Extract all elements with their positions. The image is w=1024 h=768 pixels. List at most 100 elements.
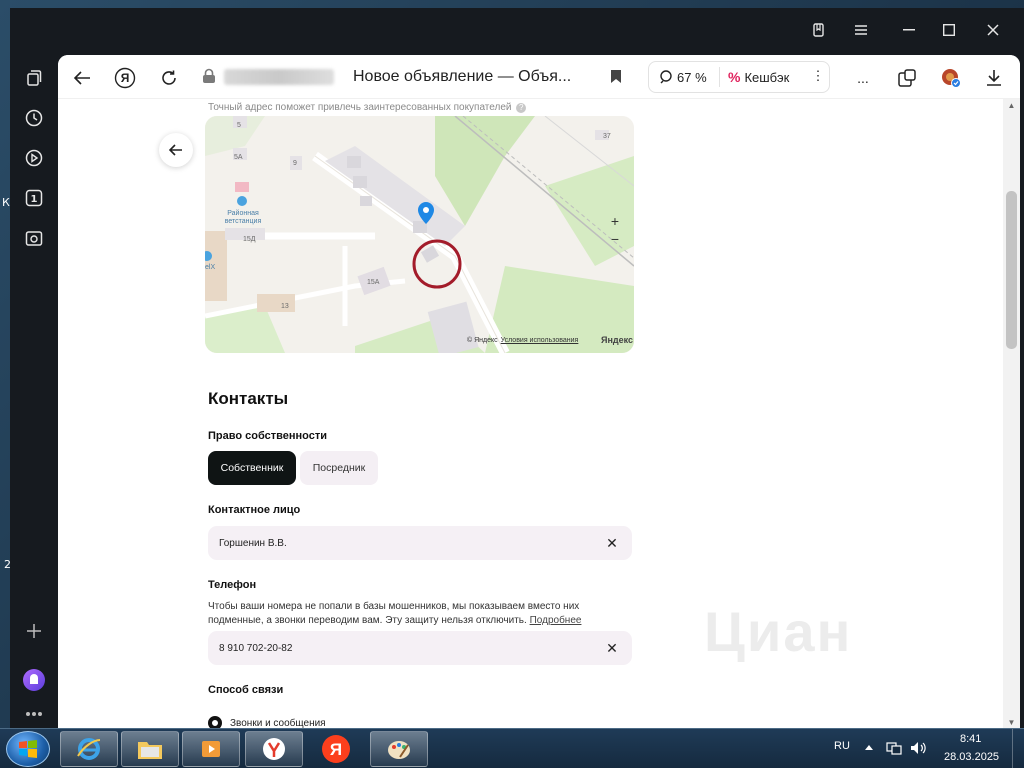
yandex-home-button[interactable]: Я: [112, 65, 138, 91]
scroll-down-arrow-icon[interactable]: ▼: [1006, 718, 1017, 728]
percent-icon: %: [728, 69, 741, 85]
address-hint: Точный адрес поможет привлечь заинтересо…: [208, 102, 527, 113]
taskbar-paint-icon[interactable]: [370, 731, 428, 767]
map-label: 5: [237, 122, 241, 129]
phone-more-link[interactable]: Подробнее: [530, 615, 582, 626]
contact-person-field: ✕: [208, 526, 632, 560]
blurred-domain: [224, 69, 334, 85]
menu-icon[interactable]: [844, 16, 878, 44]
more-dots-icon[interactable]: [22, 702, 46, 726]
tray-network-icon[interactable]: [886, 741, 902, 758]
map-label-vet: Районная ветстанция: [224, 210, 262, 225]
back-arrow-icon[interactable]: [69, 65, 95, 91]
title-bar: [10, 8, 1024, 50]
alice-assistant-icon[interactable]: [22, 668, 46, 692]
browser-toolbar: Я Новое объявление — Объя... 67 % % Кешб…: [58, 55, 1020, 99]
taskbar-yandex-browser-icon[interactable]: [245, 731, 303, 767]
contact-method-option-label: Звонки и сообщения: [230, 717, 326, 729]
map-zoom-out-button[interactable]: −: [611, 230, 619, 248]
show-desktop-button[interactable]: [1012, 729, 1024, 768]
address-bar[interactable]: Новое объявление — Объя...: [198, 61, 638, 93]
zoom-value: 67 %: [677, 69, 707, 85]
more-actions-button[interactable]: ...: [850, 65, 876, 91]
cashback-button[interactable]: % Кешбэк: [720, 69, 810, 85]
extensions-icon[interactable]: [894, 65, 920, 91]
page-scrollbar[interactable]: ▲ ▼: [1003, 99, 1020, 730]
contact-person-input[interactable]: [208, 526, 588, 560]
map-credit: © Яндекс Условия использования: [467, 337, 578, 344]
yandex-letter: Я: [120, 71, 130, 85]
close-button[interactable]: [976, 16, 1010, 44]
svg-text:1: 1: [31, 194, 38, 205]
phone-description-text: Чтобы ваши номера не попали в базы мошен…: [208, 601, 580, 626]
watermark-logo: Циан: [704, 600, 853, 663]
map-zoom-in-button[interactable]: +: [611, 212, 619, 230]
zoom-indicator[interactable]: 67 %: [649, 70, 719, 85]
clock-time[interactable]: 8:41: [960, 733, 981, 745]
desktop-edge-text: К: [2, 196, 10, 209]
minimize-button[interactable]: [892, 16, 926, 44]
lock-icon: [202, 68, 216, 89]
cashback-label: Кешбэк: [744, 69, 790, 85]
screenshot-icon[interactable]: [22, 226, 46, 250]
clear-contact-icon[interactable]: ✕: [604, 535, 620, 551]
map-label: 5А: [234, 154, 243, 161]
pill-menu-button[interactable]: ⋮: [811, 68, 825, 84]
taskbar-yandex-icon[interactable]: Я: [307, 731, 365, 767]
web-page: Точный адрес поможет привлечь заинтересо…: [58, 99, 1003, 730]
map-brand-logo: Яндекс: [601, 335, 634, 345]
zoom-magnifier-icon: [660, 70, 672, 84]
collections-icon[interactable]: [22, 66, 46, 90]
clear-phone-icon[interactable]: ✕: [604, 640, 620, 656]
map-label: 13: [281, 303, 289, 310]
help-icon[interactable]: ?: [516, 103, 527, 113]
scroll-up-arrow-icon[interactable]: ▲: [1006, 101, 1017, 111]
browser-content-frame: Я Новое объявление — Объя... 67 % % Кешб…: [58, 55, 1020, 730]
map-terms-link[interactable]: Условия использования: [501, 337, 579, 344]
taskbar-explorer-icon[interactable]: [121, 731, 179, 767]
one-counter-icon[interactable]: 1: [22, 186, 46, 210]
scroll-thumb[interactable]: [1006, 191, 1017, 349]
bookmarks-panel-icon[interactable]: [802, 16, 836, 44]
ownership-option-owner[interactable]: Собственник: [208, 451, 296, 485]
bookmark-icon[interactable]: [610, 69, 622, 89]
ownership-option-agent[interactable]: Посредник: [300, 451, 378, 485]
browser-sidebar: 1: [10, 50, 58, 730]
map-copyright: © Яндекс: [467, 337, 498, 344]
map-label: 15Д: [243, 236, 256, 243]
windows-logo-icon: [19, 740, 37, 758]
clock-date[interactable]: 28.03.2025: [944, 751, 999, 763]
profile-avatar[interactable]: [938, 65, 964, 91]
phone-field: ✕: [208, 631, 632, 665]
contact-person-label: Контактное лицо: [208, 504, 301, 516]
svg-text:Я: Я: [330, 740, 342, 759]
history-icon[interactable]: [22, 106, 46, 130]
start-button[interactable]: [6, 731, 50, 767]
contact-method-label: Способ связи: [208, 684, 284, 696]
reload-icon[interactable]: [156, 65, 182, 91]
address-map[interactable]: 5 5А 9 Районная ветстанция 15Д 15А 13 37…: [205, 116, 634, 353]
tray-volume-icon[interactable]: [910, 741, 928, 758]
add-panel-icon[interactable]: [22, 619, 46, 643]
windows-taskbar: Я RU 8:41 28.03.2025: [0, 728, 1024, 768]
phone-input[interactable]: [208, 631, 588, 665]
map-label: 15А: [367, 279, 380, 286]
map-label: 9: [293, 160, 297, 167]
map-label: 37: [603, 133, 611, 140]
ownership-label: Право собственности: [208, 430, 327, 442]
map-label: elX: [205, 264, 216, 271]
taskbar-ie-icon[interactable]: [60, 731, 118, 767]
language-indicator[interactable]: RU: [834, 740, 850, 752]
maximize-button[interactable]: [932, 16, 966, 44]
map-canvas: [205, 116, 634, 353]
browser-window: 1 Я Новое объявление — Объя... 67 % % Ке…: [10, 8, 1024, 730]
address-hint-text: Точный адрес поможет привлечь заинтересо…: [208, 102, 512, 113]
download-icon[interactable]: [981, 65, 1007, 91]
map-zoom-control: + −: [604, 212, 626, 250]
contacts-heading: Контакты: [208, 389, 289, 408]
play-icon[interactable]: [22, 146, 46, 170]
tray-expand-icon[interactable]: [864, 742, 874, 754]
back-button[interactable]: [159, 133, 193, 167]
taskbar-media-icon[interactable]: [182, 731, 240, 767]
tab-title: Новое объявление — Объя...: [353, 68, 572, 85]
